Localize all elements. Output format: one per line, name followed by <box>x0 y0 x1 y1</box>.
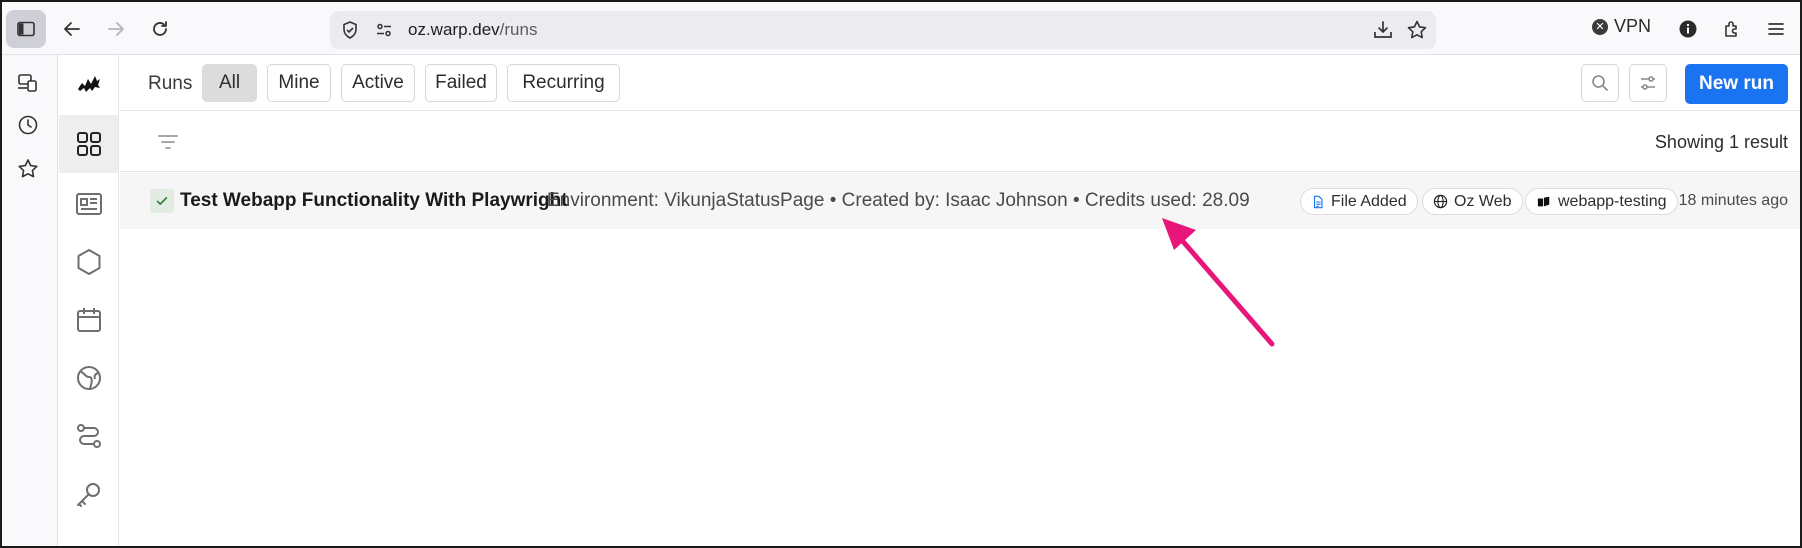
screenshot-frame: oz.warp.dev/runs ✕ VPN Runs All Mine Act… <box>0 0 1802 548</box>
filter-active-button[interactable]: Active <box>341 64 415 102</box>
file-icon <box>1313 195 1323 208</box>
calendar-icon <box>76 308 101 332</box>
run-title[interactable]: Test Webapp Functionality With Playwrigh… <box>180 190 568 212</box>
permissions-icon[interactable] <box>374 20 394 40</box>
nav-runs[interactable] <box>59 115 118 173</box>
tag-oz-web[interactable]: Oz Web <box>1422 188 1523 215</box>
oz-logo-icon <box>77 76 100 92</box>
url-host: oz.warp.dev <box>408 20 500 39</box>
success-status <box>150 189 174 213</box>
tag-label: webapp-testing <box>1558 192 1667 210</box>
route-icon <box>76 424 101 448</box>
info-icon <box>1679 20 1697 38</box>
puzzle-icon <box>1725 21 1737 37</box>
run-row[interactable]: Test Webapp Functionality With Playwrigh… <box>120 173 1800 229</box>
tag-webapp-testing[interactable]: webapp-testing <box>1525 188 1678 215</box>
nav-workflows[interactable] <box>59 407 118 465</box>
info-button[interactable] <box>1670 11 1706 47</box>
runs-heading: Runs <box>148 73 193 94</box>
url-text[interactable]: oz.warp.dev/runs <box>408 20 537 40</box>
tag-file-added[interactable]: File Added <box>1300 188 1418 215</box>
reload-button[interactable] <box>142 11 178 47</box>
url-path: /runs <box>499 20 538 39</box>
browser-toolbar: oz.warp.dev/runs ✕ VPN <box>2 2 1800 55</box>
nav-schedules[interactable] <box>59 291 118 349</box>
history-clock-icon[interactable] <box>16 113 40 137</box>
address-bar[interactable]: oz.warp.dev/runs <box>330 11 1436 49</box>
vpn-off-icon: ✕ <box>1592 18 1608 35</box>
sidebar-toggle-button[interactable] <box>6 10 46 48</box>
filter-icon[interactable] <box>156 130 180 154</box>
result-count: Showing 1 result <box>1654 132 1788 152</box>
check-icon <box>156 197 168 205</box>
filter-recurring-button[interactable]: Recurring <box>507 64 620 102</box>
globe-icon <box>76 366 101 390</box>
reload-icon <box>153 21 167 36</box>
back-button[interactable] <box>54 11 90 47</box>
extensions-button[interactable] <box>1714 11 1750 47</box>
filter-failed-button[interactable]: Failed <box>425 64 497 102</box>
sliders-icon <box>1641 76 1655 90</box>
run-meta: Environment: VikunjaStatusPage • Created… <box>547 190 1250 211</box>
search-button[interactable] <box>1581 64 1619 102</box>
nav-keys[interactable] <box>59 465 118 523</box>
download-icon[interactable] <box>1372 19 1394 41</box>
bookmark-star-icon[interactable] <box>1406 19 1428 41</box>
arrow-left-icon <box>64 22 80 36</box>
run-timestamp: 18 minutes ago <box>1678 192 1788 209</box>
list-header: Showing 1 result <box>120 112 1800 172</box>
filter-mine-button[interactable]: Mine <box>267 64 331 102</box>
browser-sidebar <box>2 55 58 546</box>
search-icon <box>1592 75 1608 91</box>
nav-dashboard[interactable] <box>59 175 118 233</box>
hamburger-icon <box>1768 23 1784 35</box>
runs-toolbar: Runs All Mine Active Failed Recurring Ne… <box>120 55 1800 111</box>
sidebar-icon <box>17 21 35 37</box>
forward-button[interactable] <box>98 11 134 47</box>
vpn-indicator[interactable]: ✕ VPN <box>1592 16 1651 37</box>
menu-button[interactable] <box>1758 11 1794 47</box>
globe-icon <box>1433 194 1448 209</box>
hexagon-icon <box>77 249 100 275</box>
app-logo[interactable] <box>59 55 118 113</box>
skill-icon <box>1537 196 1550 206</box>
tag-label: File Added <box>1331 192 1407 210</box>
key-icon <box>76 483 100 507</box>
synced-devices-icon[interactable] <box>16 71 40 95</box>
app-nav-sidebar <box>59 55 119 546</box>
settings-button[interactable] <box>1629 64 1667 102</box>
arrow-right-icon <box>108 22 124 36</box>
grid-icon <box>76 132 101 156</box>
filter-all-button[interactable]: All <box>202 64 257 102</box>
tag-label: Oz Web <box>1454 192 1512 210</box>
dashboard-icon <box>75 193 102 215</box>
vpn-label: VPN <box>1614 16 1652 36</box>
nav-integrations[interactable] <box>59 349 118 407</box>
bookmarks-star-icon[interactable] <box>16 157 40 181</box>
shield-icon[interactable] <box>340 20 360 40</box>
new-run-button[interactable]: New run <box>1685 64 1788 104</box>
nav-environments[interactable] <box>59 233 118 291</box>
